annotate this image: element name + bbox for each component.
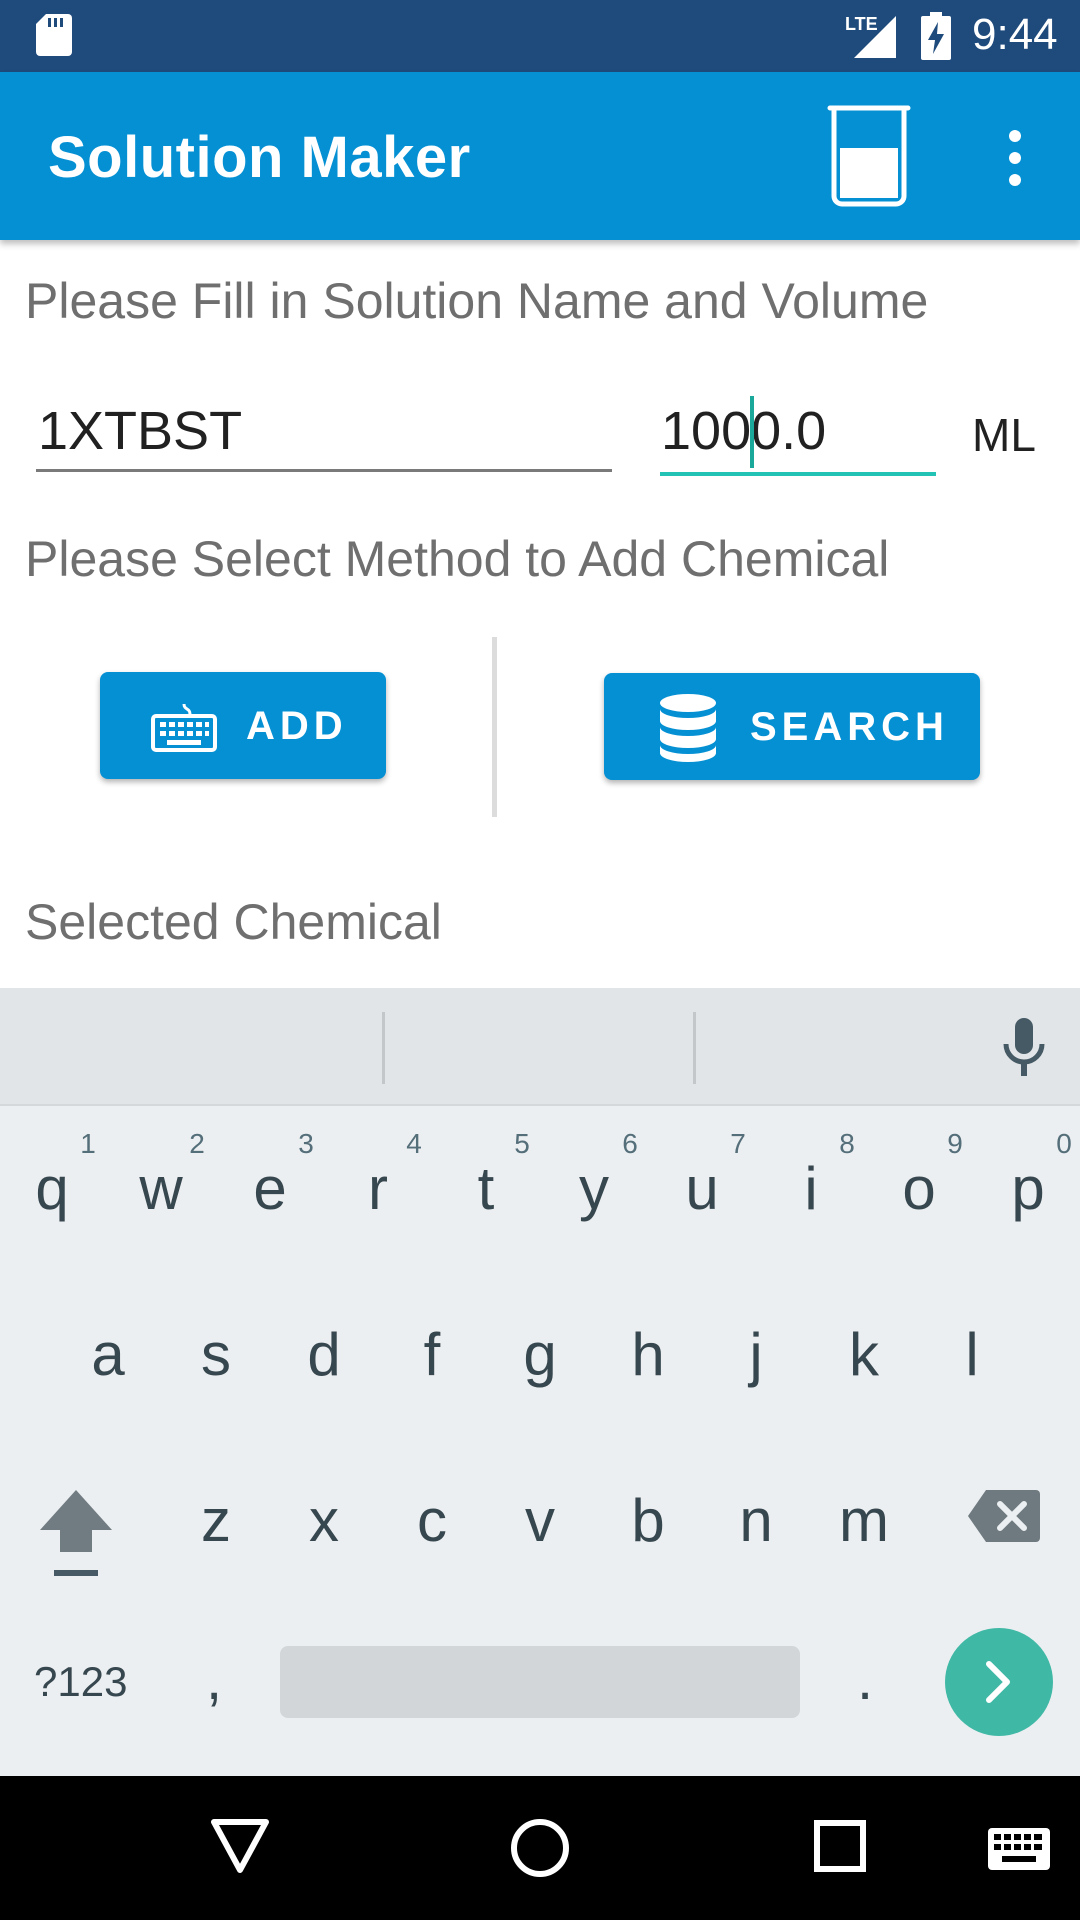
key-7[interactable]: i [761,1154,861,1223]
key-0[interactable]: a [58,1320,158,1389]
key-hint: 4 [406,1128,422,1159]
key-1[interactable]: w [111,1154,211,1223]
add-button[interactable]: ADD [100,672,386,779]
key-7[interactable]: k [814,1320,914,1389]
database-icon [660,694,716,762]
app-title: Solution Maker [48,125,471,190]
navigation-bar [0,1776,1080,1920]
overflow-menu-icon[interactable] [1000,128,1030,188]
chevron-right-icon [986,1661,1010,1703]
home-icon[interactable] [510,1818,570,1878]
microphone-icon[interactable] [1000,1016,1048,1078]
volume-value: 1000.0 [661,401,827,461]
suggestion-separator [382,1012,385,1084]
key-5[interactable]: h [598,1320,698,1389]
key-hint: 3 [298,1128,314,1159]
key-8[interactable]: l [922,1320,1022,1389]
key-1[interactable]: s [166,1320,266,1389]
key-hint: 0 [1056,1128,1072,1159]
key-hint: 9 [947,1128,963,1159]
beaker-icon[interactable] [826,102,930,210]
solution-name-value: 1XTBST [38,401,243,461]
key-0[interactable]: z [166,1486,266,1555]
volume-input[interactable]: 1000.0 [660,392,936,476]
volume-unit: ML [972,409,1036,461]
space-key[interactable] [280,1646,800,1718]
comma-key[interactable]: , [206,1646,222,1713]
period-key[interactable]: . [857,1646,873,1713]
key-4[interactable]: t [436,1154,536,1223]
key-3[interactable]: f [382,1320,482,1389]
suggestion-strip [0,988,1080,1106]
next-key[interactable] [945,1628,1053,1736]
key-hint: 8 [839,1128,855,1159]
backspace-key-icon[interactable] [966,1488,1042,1544]
key-6[interactable]: m [814,1486,914,1555]
key-hint: 1 [80,1128,96,1159]
solution-name-input[interactable]: 1XTBST [36,392,612,472]
sd-card-icon [36,14,72,56]
selected-chemical-heading: Selected Chemical [25,894,442,950]
key-hint: 6 [622,1128,638,1159]
key-4[interactable]: b [598,1486,698,1555]
name-volume-prompt: Please Fill in Solution Name and Volume [25,273,929,329]
key-1[interactable]: x [274,1486,374,1555]
svg-text:LTE: LTE [845,14,878,34]
key-3[interactable]: r [328,1154,428,1223]
text-cursor [750,396,754,468]
key-8[interactable]: o [869,1154,969,1223]
search-button-label: SEARCH [750,705,949,749]
key-0[interactable]: q [2,1154,102,1223]
key-hint: 5 [514,1128,530,1159]
button-divider [492,637,497,817]
key-hint: 7 [730,1128,746,1159]
key-9[interactable]: p [978,1154,1078,1223]
key-hint: 2 [189,1128,205,1159]
status-bar: LTE 9:44 [0,0,1080,72]
search-button[interactable]: SEARCH [604,673,980,780]
app-bar: Solution Maker [0,72,1080,240]
keyboard-switch-icon[interactable] [988,1828,1050,1870]
method-prompt: Please Select Method to Add Chemical [25,531,890,587]
symbols-key[interactable]: ?123 [34,1658,127,1706]
key-2[interactable]: c [382,1486,482,1555]
clock: 9:44 [972,10,1058,59]
suggestion-separator [693,1012,696,1084]
battery-charging-icon [921,12,951,60]
shift-key-icon[interactable] [36,1486,116,1582]
key-6[interactable]: u [652,1154,752,1223]
key-2[interactable]: d [274,1320,374,1389]
key-5[interactable]: y [544,1154,644,1223]
lte-signal-icon: LTE [845,14,896,58]
key-6[interactable]: j [706,1320,806,1389]
add-button-label: ADD [246,704,348,748]
recents-icon[interactable] [814,1820,866,1872]
back-icon[interactable] [210,1818,270,1874]
key-5[interactable]: n [706,1486,806,1555]
key-4[interactable]: g [490,1320,590,1389]
keyboard-icon [151,703,217,752]
key-2[interactable]: e [220,1154,320,1223]
key-3[interactable]: v [490,1486,590,1555]
